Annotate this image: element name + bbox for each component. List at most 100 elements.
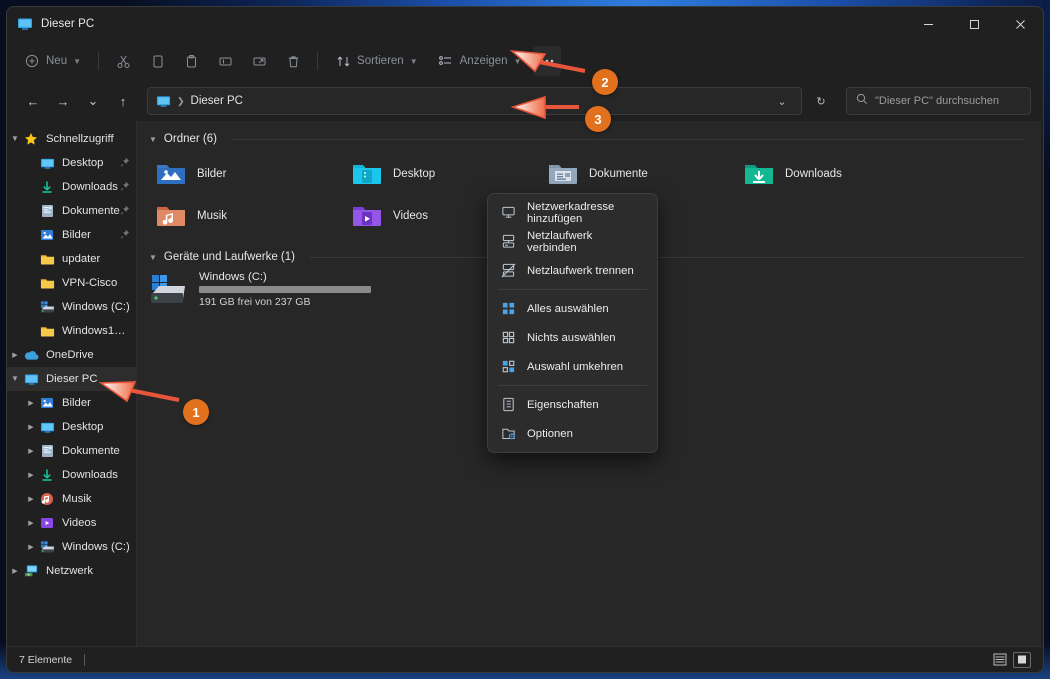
address-dropdown-button[interactable]: ⌄ (771, 90, 793, 112)
view-button[interactable]: Anzeigen ▼ (429, 46, 531, 76)
recent-locations-button[interactable]: ⌄ (79, 87, 107, 115)
maximize-button[interactable] (951, 7, 997, 41)
sidebar-item-windows-c[interactable]: ▶ Windows (C:) (7, 535, 136, 559)
menu-item-auswahl-umkehren[interactable]: Auswahl umkehren (488, 352, 657, 381)
music-icon (39, 491, 55, 507)
sidebar-item-windows-c[interactable]: Windows (C:) (7, 295, 136, 319)
back-button[interactable]: ← (19, 87, 47, 115)
new-button[interactable]: Neu ▼ (15, 46, 90, 76)
search-placeholder: "Dieser PC" durchsuchen (875, 95, 999, 107)
item-count-label: 7 Elemente (19, 653, 73, 666)
sidebar-item-label: Bilder (62, 397, 91, 409)
see-more-button[interactable] (532, 46, 561, 76)
expand-toggle-icon[interactable]: ▶ (7, 568, 23, 575)
sort-button[interactable]: Sortieren ▼ (326, 46, 427, 76)
up-button[interactable]: ↑ (109, 87, 137, 115)
sidebar-item-desktop[interactable]: ▶ Desktop (7, 415, 136, 439)
expand-toggle-icon[interactable]: ▼ (7, 375, 23, 383)
sidebar-item-schnellzugriff[interactable]: ▼ Schnellzugriff (7, 127, 136, 151)
toolbar-divider-2 (317, 52, 319, 70)
close-button[interactable] (997, 7, 1043, 41)
chevron-down-icon-folders[interactable]: ▼ (149, 135, 157, 144)
sidebar-item-vpn-cisco[interactable]: VPN-Cisco (7, 271, 136, 295)
folder-tile[interactable]: Downloads (735, 153, 931, 195)
sidebar-item-label: Schnellzugriff (46, 133, 114, 145)
sidebar-item-musik[interactable]: ▶ Musik (7, 487, 136, 511)
minimize-button[interactable] (905, 7, 951, 41)
file-list-pane[interactable]: ▼ Ordner (6) Bilder Desktop Dokumente Downl… (137, 121, 1041, 646)
navigation-pane[interactable]: ▼ Schnellzugriff Desktop Downloads Dokumente… (7, 121, 137, 646)
sidebar-item-desktop[interactable]: Desktop (7, 151, 136, 175)
sidebar-item-bilder[interactable]: ▶ Bilder (7, 391, 136, 415)
expand-toggle-icon[interactable]: ▶ (23, 520, 39, 527)
sidebar-item-updater[interactable]: updater (7, 247, 136, 271)
folder-tile[interactable]: Desktop (343, 153, 539, 195)
sidebar-item-label: Dokumente (62, 445, 120, 457)
breadcrumb-address-bar[interactable]: ❯ Dieser PC ⌄ (147, 87, 802, 115)
window-controls (905, 7, 1043, 41)
refresh-button[interactable]: ↻ (808, 88, 834, 114)
expand-toggle-icon[interactable]: ▶ (23, 544, 39, 551)
expand-toggle-icon[interactable]: ▶ (7, 352, 23, 359)
expand-toggle-icon[interactable]: ▼ (7, 135, 23, 143)
folder-tile[interactable]: Dokumente (539, 153, 735, 195)
menu-item-eigenschaften[interactable]: Eigenschaften (488, 390, 657, 419)
toolbar-divider (98, 52, 100, 70)
pin-icon[interactable] (120, 181, 130, 194)
sidebar-item-bilder[interactable]: Bilder (7, 223, 136, 247)
sort-button-label: Sortieren (357, 55, 404, 67)
cut-icon (115, 53, 131, 69)
pin-icon[interactable] (120, 157, 130, 170)
sidebar-item-windows10-edu[interactable]: Windows10_Edu (7, 319, 136, 343)
sidebar-item-onedrive[interactable]: ▶ OneDrive (7, 343, 136, 367)
sidebar-item-dieser-pc[interactable]: ▼ Dieser PC (7, 367, 136, 391)
forward-button[interactable]: → (49, 87, 77, 115)
folder-tile[interactable]: Musik (147, 195, 343, 237)
sidebar-item-netzwerk[interactable]: ▶ Netzwerk (7, 559, 136, 583)
network-icon (23, 563, 39, 579)
paste-button[interactable] (175, 46, 207, 76)
select-all-icon (500, 301, 516, 317)
large-icons-view-icon[interactable] (1013, 651, 1031, 668)
sidebar-item-label: Musik (62, 493, 92, 505)
breadcrumb-current: Dieser PC (190, 95, 243, 107)
details-view-icon[interactable] (991, 652, 1009, 668)
expand-toggle-icon[interactable]: ▶ (23, 496, 39, 503)
expand-toggle-icon[interactable]: ▶ (23, 424, 39, 431)
breadcrumb-right-actions: ⌄ (771, 90, 793, 112)
expand-toggle-icon[interactable]: ▶ (23, 472, 39, 479)
chevron-down-icon-drives[interactable]: ▼ (149, 253, 157, 262)
expand-toggle-icon[interactable]: ▶ (23, 400, 39, 407)
chevron-down-icon-view: ▼ (513, 56, 522, 66)
sidebar-item-dokumente[interactable]: ▶ Dokumente (7, 439, 136, 463)
title-bar-left: Dieser PC (7, 16, 94, 32)
pin-icon[interactable] (120, 229, 130, 242)
properties-icon (500, 397, 516, 413)
rename-button[interactable] (209, 46, 241, 76)
folders-group-header[interactable]: ▼ Ordner (6) (137, 121, 1041, 151)
folder-icon (39, 275, 55, 291)
sidebar-item-downloads[interactable]: Downloads (7, 175, 136, 199)
menu-item-netzlaufwerk-verbinden[interactable]: Netzlaufwerk verbinden (488, 227, 657, 256)
menu-item-netzwerkadresse-hinzufügen[interactable]: Netzwerkadresse hinzufügen (488, 198, 657, 227)
sidebar-item-dokumente[interactable]: Dokumente (7, 199, 136, 223)
cut-button[interactable] (107, 46, 139, 76)
sidebar-item-videos[interactable]: ▶ Videos (7, 511, 136, 535)
folder-tile[interactable]: Bilder (147, 153, 343, 195)
sidebar-item-label: Windows (C:) (62, 301, 130, 313)
menu-item-nichts-auswählen[interactable]: Nichts auswählen (488, 323, 657, 352)
delete-button[interactable] (277, 46, 309, 76)
menu-item-alles-auswählen[interactable]: Alles auswählen (488, 294, 657, 323)
see-more-context-menu[interactable]: Netzwerkadresse hinzufügen Netzlaufwerk v… (487, 193, 658, 453)
pin-icon[interactable] (120, 205, 130, 218)
menu-item-label: Eigenschaften (527, 398, 599, 411)
drive-free-space: 191 GB frei von 237 GB (199, 296, 311, 308)
search-box[interactable]: "Dieser PC" durchsuchen (846, 87, 1031, 115)
menu-item-optionen[interactable]: Optionen (488, 419, 657, 448)
share-button[interactable] (243, 46, 275, 76)
sidebar-item-downloads[interactable]: ▶ Downloads (7, 463, 136, 487)
copy-button[interactable] (141, 46, 173, 76)
expand-toggle-icon[interactable]: ▶ (23, 448, 39, 455)
rename-icon (217, 53, 233, 69)
menu-item-netzlaufwerk-trennen[interactable]: Netzlaufwerk trennen (488, 256, 657, 285)
